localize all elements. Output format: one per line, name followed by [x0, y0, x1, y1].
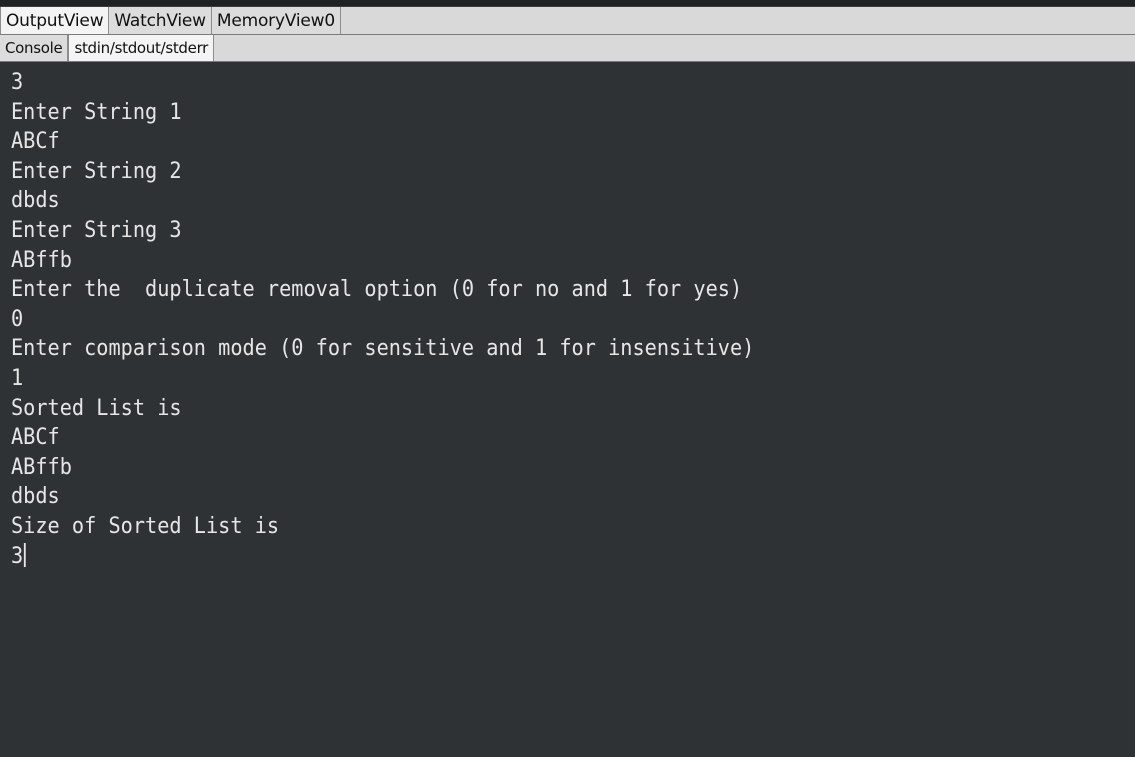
- console-line: 1: [11, 365, 24, 391]
- tab-console[interactable]: Console: [0, 35, 69, 61]
- window-top-edge: [0, 0, 1135, 7]
- console-line: ABffb: [11, 247, 72, 273]
- console-line: 0: [11, 306, 24, 332]
- console-line-text: 3: [11, 543, 24, 569]
- output-window: OutputView WatchView MemoryView0 Console…: [0, 0, 1135, 757]
- text-cursor: [24, 542, 26, 567]
- console-line: Enter String 3: [11, 217, 182, 243]
- console-line: Size of Sorted List is: [11, 513, 280, 539]
- secondary-tab-bar: Console stdin/stdout/stderr: [0, 35, 1135, 62]
- console-line: dbds: [11, 484, 60, 510]
- primary-tab-bar: OutputView WatchView MemoryView0: [0, 7, 1135, 35]
- console-line: Sorted List is: [11, 395, 182, 421]
- console-line: ABffb: [11, 454, 72, 480]
- console-line: ABCf: [11, 425, 60, 451]
- tab-stdin-stdout-stderr[interactable]: stdin/stdout/stderr: [68, 35, 215, 61]
- tab-watch-view[interactable]: WatchView: [109, 7, 212, 34]
- console-line: Enter the duplicate removal option (0 fo…: [11, 277, 743, 303]
- console-output[interactable]: 3 Enter String 1 ABCf Enter String 2 dbd…: [0, 62, 1135, 757]
- tab-output-view[interactable]: OutputView: [0, 7, 110, 34]
- console-line: 3: [11, 70, 24, 95]
- console-line: ABCf: [11, 129, 60, 155]
- console-line: dbds: [11, 188, 60, 214]
- console-line: Enter String 1: [11, 99, 182, 125]
- console-line: Enter String 2: [11, 158, 182, 184]
- console-line: Enter comparison mode (0 for sensitive a…: [11, 336, 755, 362]
- tab-memory-view0[interactable]: MemoryView0: [211, 7, 341, 34]
- console-last-line: 3: [11, 542, 1045, 572]
